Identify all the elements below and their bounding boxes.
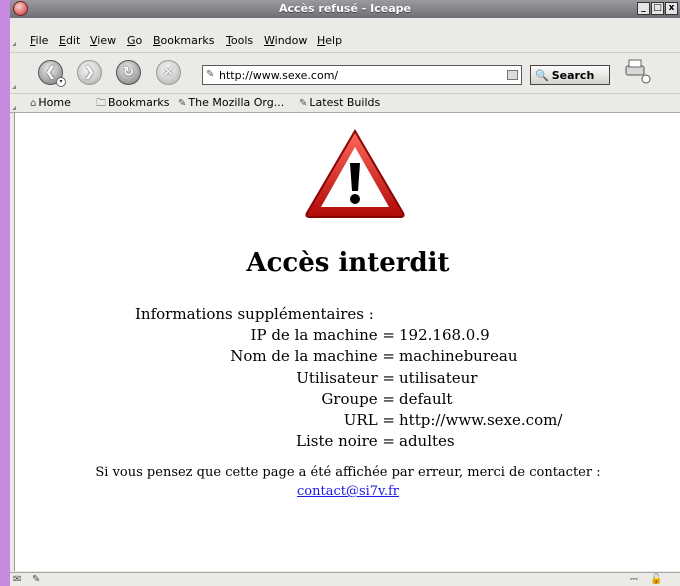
- info-value: default: [399, 390, 453, 408]
- reload-icon: ↻: [123, 65, 134, 80]
- page-icon: ✎: [206, 69, 215, 80]
- composer-icon[interactable]: ✎: [32, 574, 40, 585]
- forward-button[interactable]: ❯: [77, 60, 102, 85]
- back-dropdown-icon[interactable]: ▾: [56, 77, 66, 87]
- reload-button[interactable]: ↻: [116, 60, 141, 85]
- window-title: Accès refusé - Iceape: [279, 2, 411, 15]
- search-button[interactable]: 🔍 Search: [530, 65, 610, 85]
- bookmark-icon: ✎: [178, 98, 187, 109]
- info-value: adultes: [399, 432, 455, 450]
- toolbar-grip-icon[interactable]: [12, 81, 16, 89]
- menu-tools[interactable]: Tools: [226, 34, 253, 47]
- info-key: Groupe =: [321, 390, 395, 408]
- info-key: IP de la machine =: [250, 326, 395, 344]
- stop-icon: ✕: [163, 65, 174, 80]
- menu-edit[interactable]: Edit: [59, 34, 80, 47]
- bookmark-mozilla-org[interactable]: ✎ The Mozilla Org...: [178, 96, 284, 109]
- url-dropdown-icon[interactable]: [507, 70, 518, 80]
- search-icon: 🔍: [535, 68, 549, 82]
- page-content: Accès interdit Informations supplémentai…: [14, 113, 680, 571]
- bookmark-icon: ✎: [299, 98, 308, 109]
- online-status-icon[interactable]: ⎓: [630, 574, 638, 585]
- back-arrow-icon: ❮: [45, 65, 56, 80]
- search-button-label: Search: [551, 68, 595, 82]
- info-value: machinebureau: [399, 347, 518, 365]
- warning-triangle-icon: [305, 129, 405, 218]
- home-icon: ⌂: [30, 98, 37, 109]
- folder-icon: 🗀: [96, 98, 106, 109]
- info-label: Informations supplémentaires :: [135, 305, 374, 323]
- page-title: Accès interdit: [246, 248, 450, 278]
- bookmark-bookmarks-menu[interactable]: 🗀 Bookmarks: [96, 96, 169, 113]
- maximize-button[interactable]: □: [651, 2, 664, 15]
- status-bar: ✉ ✎ ⎓ 🔓: [10, 572, 680, 586]
- info-value: 192.168.0.9: [399, 326, 490, 344]
- error-message: Si vous pensez que cette page a été affi…: [95, 465, 601, 480]
- info-key: Liste noire =: [295, 432, 395, 450]
- info-key: Utilisateur =: [296, 369, 395, 387]
- url-input[interactable]: [219, 67, 499, 83]
- menu-bar: File Edit View Go Bookmarks Tools Window…: [10, 32, 680, 50]
- info-value: http://www.sexe.com/: [399, 411, 563, 429]
- close-button[interactable]: x: [665, 2, 678, 15]
- mail-icon[interactable]: ✉: [13, 574, 21, 585]
- menu-window[interactable]: Window: [264, 34, 307, 47]
- info-key: URL =: [343, 411, 395, 429]
- forward-arrow-icon: ❯: [84, 65, 95, 80]
- navigation-toolbar: ❮ ▾ ❯ ↻ ✕ ✎ 🔍 Search: [10, 52, 680, 93]
- bookmark-home[interactable]: ⌂ Home: [30, 96, 71, 109]
- info-key: Nom de la machine =: [230, 347, 395, 365]
- toolbar-grip-icon[interactable]: [12, 102, 16, 110]
- menu-bookmarks[interactable]: Bookmarks: [153, 34, 214, 47]
- contact-link-wrapper: contact@si7v.fr: [15, 484, 680, 499]
- menu-file[interactable]: File: [30, 34, 48, 47]
- bookmarks-toolbar: ⌂ Home 🗀 Bookmarks ✎ The Mozilla Org... ✎ La…: [10, 93, 680, 113]
- security-lock-icon: 🔓: [650, 574, 663, 585]
- printer-throbber-icon[interactable]: [622, 56, 656, 86]
- minimize-button[interactable]: _: [637, 2, 650, 15]
- title-bar[interactable]: Accès refusé - Iceape _ □ x: [10, 0, 680, 18]
- toolbar-grip-icon[interactable]: [12, 38, 16, 46]
- menu-view[interactable]: View: [90, 34, 116, 47]
- info-value: utilisateur: [399, 369, 478, 387]
- menu-go[interactable]: Go: [127, 34, 142, 47]
- back-button[interactable]: ❮ ▾: [38, 60, 66, 87]
- browser-window: Accès refusé - Iceape _ □ x File Edit Vi…: [10, 0, 680, 586]
- bookmark-latest-builds[interactable]: ✎ Latest Builds: [299, 96, 380, 109]
- stop-button[interactable]: ✕: [156, 60, 181, 85]
- menu-help[interactable]: Help: [317, 34, 342, 47]
- contact-link[interactable]: contact@si7v.fr: [297, 484, 399, 499]
- url-bar[interactable]: ✎: [202, 65, 522, 85]
